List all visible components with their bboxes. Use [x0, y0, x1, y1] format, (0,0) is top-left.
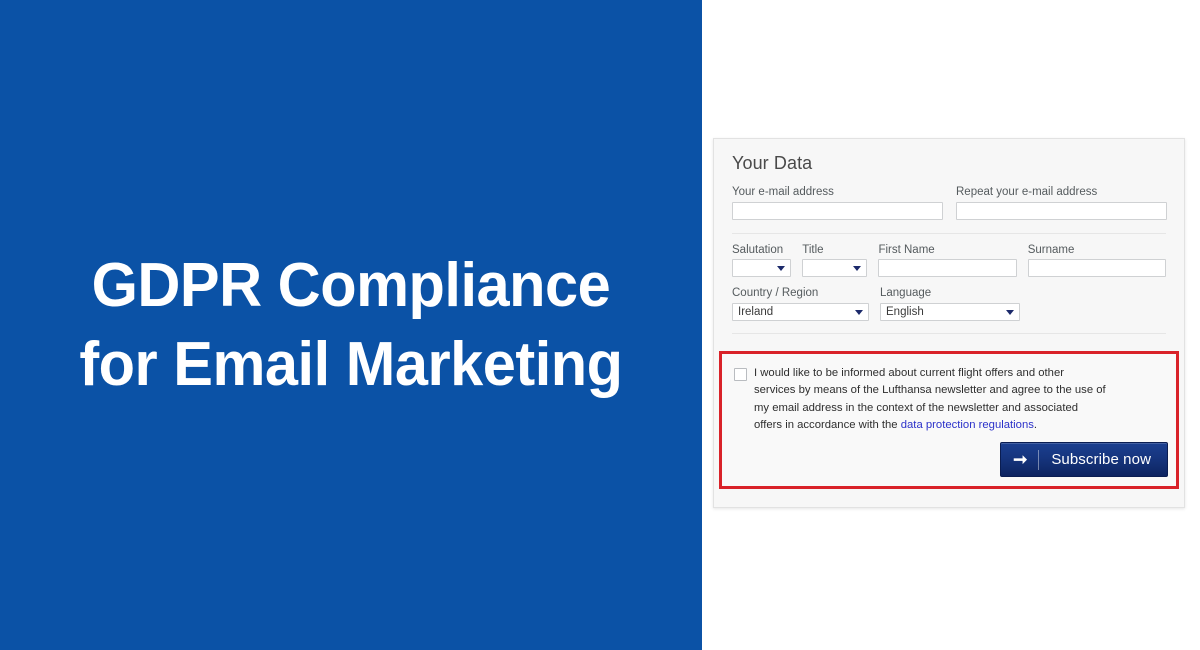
card-content: Your Data Your e-mail address Repeat you…	[714, 139, 1184, 334]
repeat-email-label: Repeat your e-mail address	[956, 186, 1098, 198]
title-label: Title	[802, 243, 824, 256]
section-divider-2	[732, 332, 1166, 334]
first-name-field-group: First Name	[878, 243, 1017, 278]
surname-label: Surname	[1027, 243, 1075, 256]
consent-highlight-box: I would like to be informed about curren…	[719, 351, 1179, 489]
first-name-input[interactable]	[878, 259, 1017, 278]
chevron-down-icon	[853, 266, 862, 272]
screenshot-root: GDPR Compliance for Email Marketing Your…	[0, 0, 1200, 650]
newsletter-signup-card: Your Data Your e-mail address Repeat you…	[713, 138, 1185, 508]
consent-checkbox[interactable]	[734, 368, 747, 381]
page-title: GDPR Compliance for Email Marketing	[79, 250, 623, 399]
language-label: Language	[880, 287, 932, 300]
consent-row: I would like to be informed about curren…	[722, 354, 1176, 434]
country-field-group: Country / Region Ireland	[732, 287, 869, 321]
arrow-right-icon: ➞	[1013, 450, 1028, 469]
surname-field-group: Surname	[1027, 243, 1167, 278]
country-value: Ireland	[738, 305, 774, 318]
submit-row: ➞ Subscribe now	[1000, 442, 1168, 477]
subscribe-button[interactable]: ➞ Subscribe now	[1000, 442, 1168, 477]
repeat-email-field-group: Repeat your e-mail address	[956, 186, 1167, 220]
section-divider-1	[732, 232, 1166, 234]
hero-panel: GDPR Compliance for Email Marketing	[0, 0, 702, 650]
country-label: Country / Region	[732, 287, 819, 300]
email-field-group: Your e-mail address	[732, 186, 943, 220]
data-protection-link[interactable]: data protection regulations	[901, 419, 1034, 431]
salutation-label: Salutation	[732, 243, 784, 256]
button-divider	[1038, 449, 1040, 470]
language-field-group: Language English	[880, 287, 1020, 321]
locale-row: Country / Region Ireland Language Englis…	[732, 287, 1166, 321]
chevron-down-icon	[1006, 309, 1014, 315]
country-select[interactable]: Ireland	[732, 302, 869, 321]
email-row: Your e-mail address Repeat your e-mail a…	[732, 186, 1167, 220]
chevron-down-icon	[855, 309, 863, 315]
repeat-email-input[interactable]	[956, 201, 1167, 220]
salutation-select[interactable]	[732, 259, 792, 278]
language-value: English	[886, 305, 924, 318]
surname-input[interactable]	[1027, 259, 1167, 278]
subscribe-button-label: Subscribe now	[1051, 451, 1151, 468]
email-label: Your e-mail address	[732, 186, 834, 198]
title-field-group: Title	[802, 243, 868, 278]
card-heading: Your Data	[732, 153, 813, 173]
salutation-field-group: Salutation	[732, 243, 792, 278]
chevron-down-icon	[777, 266, 786, 272]
language-select[interactable]: English	[880, 302, 1020, 321]
consent-text-after-link: .	[1033, 418, 1038, 431]
consent-text: I would like to be informed about curren…	[754, 365, 1106, 434]
first-name-label: First Name	[878, 243, 935, 256]
title-select[interactable]	[802, 259, 868, 278]
name-row: Salutation Title First Name Surname	[732, 243, 1167, 278]
email-input[interactable]	[732, 201, 943, 220]
